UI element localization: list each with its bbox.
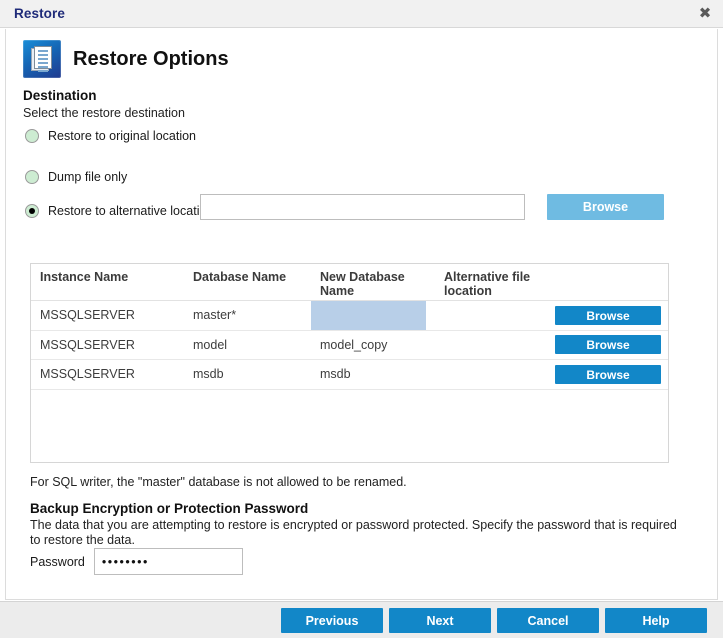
cell-instance-name: MSSQLSERVER xyxy=(40,308,135,323)
cell-new-database-name[interactable]: model_copy xyxy=(311,331,435,360)
radio-label: Restore to alternative location xyxy=(48,204,214,218)
password-input[interactable] xyxy=(93,548,243,575)
password-row: Password xyxy=(30,548,243,575)
window-titlebar: Restore ✖ xyxy=(0,0,723,28)
restore-database-grid: Instance Name Database Name New Database… xyxy=(30,263,669,463)
table-row[interactable]: MSSQLSERVER master* Browse xyxy=(31,301,668,331)
cell-database-name: model xyxy=(193,337,228,352)
page-title: Restore Options xyxy=(73,47,229,70)
document-pages-icon xyxy=(23,40,61,78)
dump-file-input[interactable] xyxy=(200,194,525,220)
radio-button[interactable] xyxy=(25,170,39,184)
cell-new-database-name[interactable] xyxy=(311,301,435,330)
cell-alternative-file-location xyxy=(435,301,548,330)
column-header-instance-name: Instance Name xyxy=(40,270,129,284)
radio-button[interactable] xyxy=(25,204,39,218)
radio-label: Restore to original location xyxy=(48,129,196,143)
cell-browse: Browse xyxy=(548,301,668,330)
restore-options-panel: Restore Options Destination Select the r… xyxy=(5,29,718,600)
column-header-actions xyxy=(548,264,668,300)
destination-heading: Destination xyxy=(23,88,97,103)
dialog-footer: Previous Next Cancel Help xyxy=(0,601,723,638)
password-section-description: The data that you are attempting to rest… xyxy=(30,518,677,547)
table-row[interactable]: MSSQLSERVER model model_copy Browse xyxy=(31,331,668,360)
cell-database-name: msdb xyxy=(193,367,224,382)
close-icon[interactable]: ✖ xyxy=(696,4,714,22)
cell-database-name: master* xyxy=(193,308,237,323)
row-browse-button[interactable]: Browse xyxy=(555,305,661,325)
password-section-heading: Backup Encryption or Protection Password xyxy=(30,501,309,516)
cell-new-database-name[interactable]: msdb xyxy=(311,360,435,389)
cell-browse: Browse xyxy=(548,360,668,389)
new-database-name-input[interactable] xyxy=(311,301,426,330)
previous-button[interactable]: Previous xyxy=(281,608,383,633)
window-title: Restore xyxy=(14,6,65,21)
grid-header-row: Instance Name Database Name New Database… xyxy=(31,264,668,301)
dump-file-browse-button[interactable]: Browse xyxy=(547,194,664,220)
master-rename-note: For SQL writer, the "master" database is… xyxy=(30,475,407,489)
page-header: Restore Options xyxy=(23,40,229,78)
column-header-database-name: Database Name xyxy=(193,270,287,284)
next-button[interactable]: Next xyxy=(389,608,491,633)
password-label: Password xyxy=(30,554,85,569)
radio-dump-file-only[interactable]: Dump file only xyxy=(25,170,127,184)
cell-instance-name: MSSQLSERVER xyxy=(40,337,135,352)
cancel-button[interactable]: Cancel xyxy=(497,608,599,633)
radio-label: Dump file only xyxy=(48,170,128,184)
cell-browse: Browse xyxy=(548,331,668,360)
row-browse-button[interactable]: Browse xyxy=(555,335,661,355)
cell-instance-name: MSSQLSERVER xyxy=(40,367,135,382)
radio-restore-alternative-location[interactable]: Restore to alternative location xyxy=(25,204,213,218)
row-browse-button[interactable]: Browse xyxy=(555,364,661,384)
radio-button[interactable] xyxy=(25,129,39,143)
column-header-new-database-name: New Database Name xyxy=(320,270,405,298)
radio-restore-original-location[interactable]: Restore to original location xyxy=(25,129,196,143)
cell-alternative-file-location xyxy=(435,360,548,389)
help-button[interactable]: Help xyxy=(605,608,707,633)
cell-alternative-file-location xyxy=(435,331,548,360)
destination-subheading: Select the restore destination xyxy=(23,106,185,120)
table-row[interactable]: MSSQLSERVER msdb msdb Browse xyxy=(31,360,668,390)
column-header-alternative-file-location: Alternative file location xyxy=(444,270,531,298)
